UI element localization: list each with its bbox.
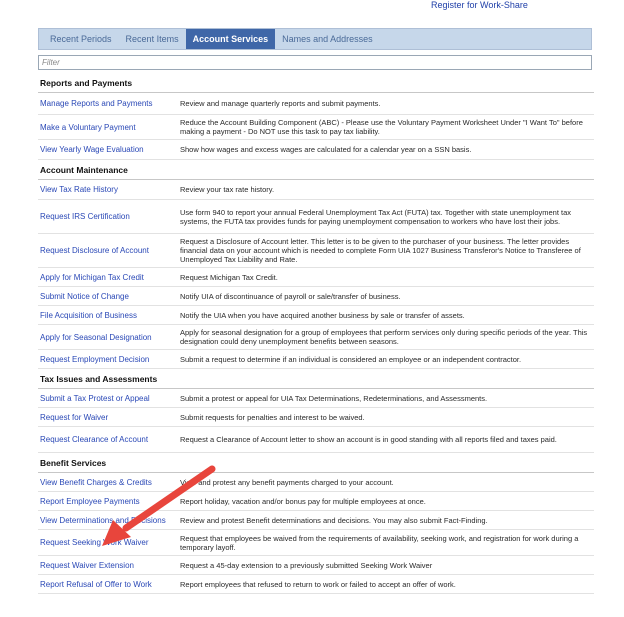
row-description: Notify the UIA when you have acquired an… xyxy=(180,310,465,320)
row-description: Submit requests for penalties and intere… xyxy=(180,412,365,422)
row-description: Report holiday, vacation and/or bonus pa… xyxy=(180,496,426,506)
row-description: Show how wages and excess wages are calc… xyxy=(180,145,472,154)
account-services-list: Reports and Payments Manage Reports and … xyxy=(38,73,594,594)
register-work-share-link[interactable]: Register for Work-Share xyxy=(431,0,528,10)
row-description: Apply for seasonal designation for a gro… xyxy=(180,328,588,346)
row-description: Request a 45-day extension to a previous… xyxy=(180,560,433,570)
list-item: View Yearly Wage Evaluation Show how wag… xyxy=(38,140,594,160)
list-item: View Determinations and Decisions Review… xyxy=(38,511,594,530)
row-description: Report employees that refused to return … xyxy=(180,579,456,589)
row-description: Request Michigan Tax Credit. xyxy=(180,272,278,282)
request-waiver-extension-link[interactable]: Request Waiver Extension xyxy=(38,561,180,570)
tab-account-services[interactable]: Account Services xyxy=(185,29,276,49)
make-voluntary-payment-link[interactable]: Make a Voluntary Payment xyxy=(38,123,180,132)
section-benefit-services: Benefit Services xyxy=(38,453,594,473)
request-clearance-of-account-link[interactable]: Request Clearance of Account xyxy=(38,435,180,444)
view-yearly-wage-evaluation-link[interactable]: View Yearly Wage Evaluation xyxy=(38,145,180,154)
row-description: Request that employees be waived from th… xyxy=(180,533,579,552)
list-item: View Benefit Charges & Credits View and … xyxy=(38,473,594,492)
list-item: Request Disclosure of Account Request a … xyxy=(38,234,594,268)
list-item: Request Waiver Extension Request a 45-da… xyxy=(38,556,594,575)
row-description: View and protest any benefit payments ch… xyxy=(180,477,394,487)
list-item: Request Seeking Work Waiver Request that… xyxy=(38,530,594,556)
list-item: File Acquisition of Business Notify the … xyxy=(38,306,594,325)
apply-seasonal-designation-link[interactable]: Apply for Seasonal Designation xyxy=(38,333,180,342)
row-description: Request a Clearance of Account letter to… xyxy=(180,435,557,444)
row-description: Review and manage quarterly reports and … xyxy=(180,99,381,108)
tab-recent-items[interactable]: Recent Items xyxy=(119,29,186,49)
list-item: Apply for Seasonal Designation Apply for… xyxy=(38,325,594,350)
list-item: Request Employment Decision Submit a req… xyxy=(38,350,594,369)
file-acquisition-of-business-link[interactable]: File Acquisition of Business xyxy=(38,311,180,320)
section-tax-issues-assessments: Tax Issues and Assessments xyxy=(38,369,594,389)
submit-tax-protest-appeal-link[interactable]: Submit a Tax Protest or Appeal xyxy=(38,394,180,403)
tab-names-and-addresses[interactable]: Names and Addresses xyxy=(275,29,380,49)
list-item: Manage Reports and Payments Review and m… xyxy=(38,93,594,115)
view-benefit-charges-credits-link[interactable]: View Benefit Charges & Credits xyxy=(38,478,180,487)
list-item: View Tax Rate History Review your tax ra… xyxy=(38,180,594,200)
list-item: Report Employee Payments Report holiday,… xyxy=(38,492,594,511)
list-item: Submit a Tax Protest or Appeal Submit a … xyxy=(38,389,594,408)
section-account-maintenance: Account Maintenance xyxy=(38,160,594,180)
tab-recent-periods[interactable]: Recent Periods xyxy=(43,29,119,49)
view-tax-rate-history-link[interactable]: View Tax Rate History xyxy=(38,185,180,194)
list-item: Request for Waiver Submit requests for p… xyxy=(38,408,594,427)
list-item: Request Clearance of Account Request a C… xyxy=(38,427,594,453)
row-description: Reduce the Account Building Component (A… xyxy=(180,118,583,136)
request-seeking-work-waiver-link[interactable]: Request Seeking Work Waiver xyxy=(38,538,180,547)
request-irs-certification-link[interactable]: Request IRS Certification xyxy=(38,212,180,221)
request-for-waiver-link[interactable]: Request for Waiver xyxy=(38,413,180,422)
list-item: Make a Voluntary Payment Reduce the Acco… xyxy=(38,115,594,140)
list-item: Report Refusal of Offer to Work Report e… xyxy=(38,575,594,594)
row-description: Review your tax rate history. xyxy=(180,185,275,194)
manage-reports-payments-link[interactable]: Manage Reports and Payments xyxy=(38,99,180,108)
list-item: Submit Notice of Change Notify UIA of di… xyxy=(38,287,594,306)
report-refusal-of-offer-link[interactable]: Report Refusal of Offer to Work xyxy=(38,580,180,589)
report-employee-payments-link[interactable]: Report Employee Payments xyxy=(38,497,180,506)
row-description: Request a Disclosure of Account letter. … xyxy=(180,237,581,264)
row-description: Submit a request to determine if an indi… xyxy=(180,354,522,364)
apply-michigan-tax-credit-link[interactable]: Apply for Michigan Tax Credit xyxy=(38,273,180,282)
submit-notice-of-change-link[interactable]: Submit Notice of Change xyxy=(38,292,180,301)
list-item: Request IRS Certification Use form 940 t… xyxy=(38,200,594,234)
row-description: Use form 940 to report your annual Feder… xyxy=(180,207,572,226)
list-item: Apply for Michigan Tax Credit Request Mi… xyxy=(38,268,594,287)
view-determinations-decisions-link[interactable]: View Determinations and Decisions xyxy=(38,516,180,525)
row-description: Notify UIA of discontinuance of payroll … xyxy=(180,291,401,301)
request-disclosure-of-account-link[interactable]: Request Disclosure of Account xyxy=(38,246,180,255)
tab-bar: Recent Periods Recent Items Account Serv… xyxy=(38,28,592,50)
filter-input[interactable] xyxy=(38,55,592,70)
row-description: Review and protest Benefit determination… xyxy=(180,515,488,525)
row-description: Submit a protest or appeal for UIA Tax D… xyxy=(180,393,488,403)
section-reports-and-payments: Reports and Payments xyxy=(38,73,594,93)
request-employment-decision-link[interactable]: Request Employment Decision xyxy=(38,355,180,364)
